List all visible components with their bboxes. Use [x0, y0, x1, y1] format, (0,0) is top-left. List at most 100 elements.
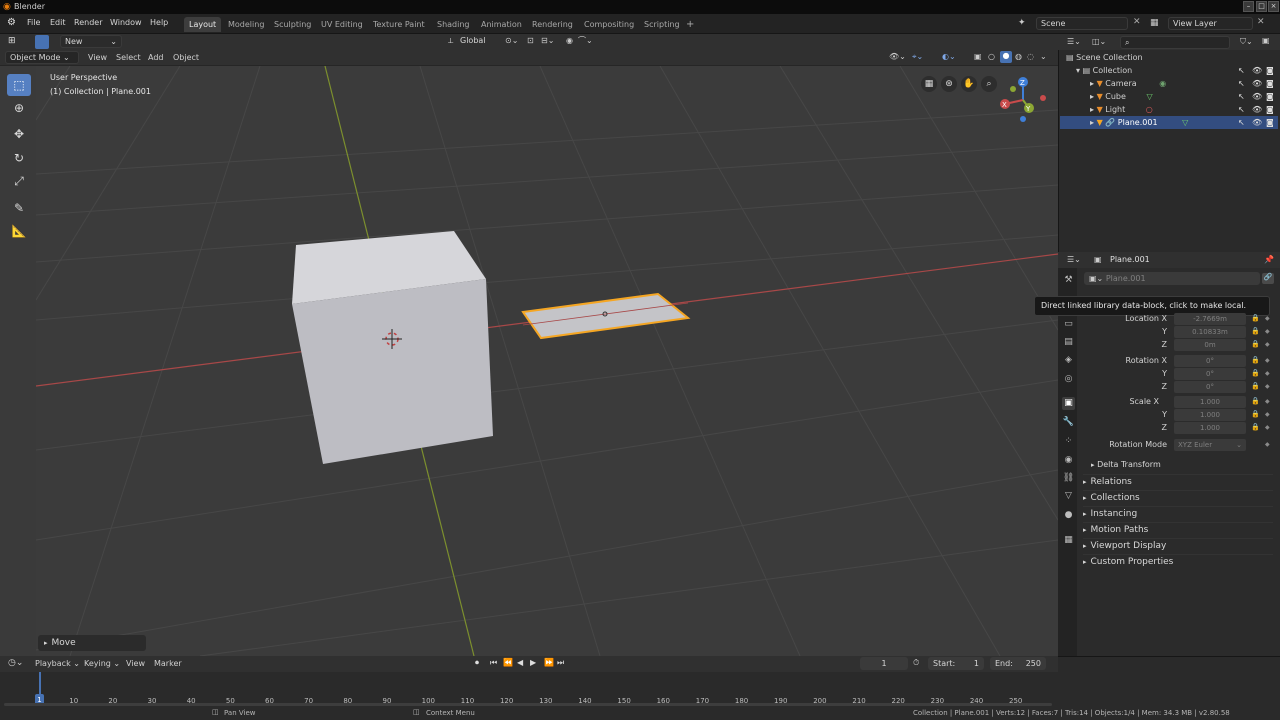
shading-options-icon[interactable]: ⌄ [1040, 52, 1047, 61]
maximize-button[interactable]: □ [1256, 1, 1267, 12]
new-collection-icon[interactable]: ▣ [1262, 36, 1270, 45]
menu-file[interactable]: File [27, 18, 40, 27]
minimize-button[interactable]: – [1243, 1, 1254, 12]
keyframe-dot-icon[interactable]: ◆ [1265, 441, 1273, 451]
panel-viewport-display[interactable]: ▸ Viewport Display [1083, 538, 1273, 552]
location-z-field[interactable]: 0m [1174, 339, 1246, 351]
object-name-field[interactable]: ▣⌄ Plane.001 [1084, 272, 1260, 285]
rotation-z-field[interactable]: 0° [1174, 381, 1246, 393]
overlay-icon[interactable]: ◐⌄ [942, 52, 956, 61]
scale-z-field[interactable]: 1.000 [1174, 422, 1246, 434]
timeline-menu-keying[interactable]: Keying ⌄ [84, 659, 120, 668]
keyframe-dot-icon[interactable]: ◆ [1265, 357, 1273, 367]
scene-selector[interactable]: Scene [1036, 17, 1128, 30]
navigation-gizmo[interactable]: Z X Y [1000, 77, 1046, 122]
lock-icon[interactable]: 🔒 [1251, 327, 1260, 337]
outliner-row-cube[interactable]: ▸ ▼ Cube ▽ ↖ 👁 ◙ [1060, 90, 1278, 103]
outliner-row-collection[interactable]: ▾ ▤ Collection ↖ 👁 ◙ [1060, 64, 1278, 77]
outliner-row-scene-collection[interactable]: ▤ Scene Collection [1060, 51, 1278, 64]
object-tab-icon[interactable]: ▣ [1062, 397, 1075, 410]
keyframe-dot-icon[interactable]: ◆ [1265, 424, 1273, 434]
select-box-tool[interactable]: ⬚ [7, 74, 31, 96]
orientation-selector[interactable]: Global ⌄ [456, 35, 498, 56]
snap-icon[interactable]: ⊡ [527, 36, 534, 45]
constraints-tab-icon[interactable]: ⛓ [1062, 472, 1075, 485]
panel-instancing[interactable]: ▸ Instancing [1083, 506, 1273, 520]
tab-animation[interactable]: Animation [476, 17, 527, 32]
material-tab-icon[interactable]: ● [1062, 509, 1075, 522]
menu-render[interactable]: Render [74, 18, 102, 27]
shading-wireframe-icon[interactable]: ○ [988, 52, 995, 61]
move-tool[interactable]: ✥ [7, 123, 31, 145]
3d-viewport[interactable]: Z X Y [36, 66, 1058, 656]
tab-sculpting[interactable]: Sculpting [269, 17, 316, 32]
scale-x-field[interactable]: 1.000 [1174, 396, 1246, 408]
keyframe-dot-icon[interactable]: ◆ [1265, 328, 1273, 338]
timeline-menu-marker[interactable]: Marker [154, 659, 182, 668]
modifier-tab-icon[interactable]: 🔧 [1062, 416, 1075, 429]
scale-tool[interactable]: ⤢ [7, 170, 31, 192]
close-button[interactable]: × [1268, 1, 1279, 12]
play-reverse-icon[interactable]: ◀ [517, 658, 523, 667]
visibility-toggle-icon[interactable]: 👁 [1252, 116, 1262, 129]
lock-icon[interactable]: 🔒 [1251, 397, 1260, 407]
select-toggle-icon[interactable]: ↖ [1238, 90, 1245, 103]
delete-view-layer-icon[interactable]: ✕ [1257, 17, 1265, 27]
scene-tab-icon[interactable]: ◎ [1062, 373, 1075, 386]
outliner-row-light[interactable]: ▸ ▼ Light ○ ↖ 👁 ◙ [1060, 103, 1278, 116]
render-toggle-icon[interactable]: ◙ [1266, 77, 1274, 90]
render-toggle-icon[interactable]: ◙ [1266, 116, 1274, 129]
record-icon[interactable]: ⏺ [475, 658, 479, 668]
pivot-icon[interactable]: ⊙⌄ [505, 36, 518, 45]
rotate-tool[interactable]: ↻ [7, 147, 31, 169]
location-y-field[interactable]: 0.10833m [1174, 326, 1246, 338]
panel-collections[interactable]: ▸ Collections [1083, 490, 1273, 504]
visibility-icon[interactable]: 👁⌄ [889, 52, 906, 61]
select-toggle-icon[interactable]: ↖ [1238, 103, 1245, 116]
shading-material-icon[interactable]: ◍ [1015, 52, 1022, 61]
view-layer-tab-icon[interactable]: ◈ [1062, 354, 1075, 367]
tool-tab-icon[interactable]: ⚒ [1062, 274, 1075, 287]
lock-icon[interactable]: 🔒 [1251, 382, 1260, 392]
visibility-toggle-icon[interactable]: 👁 [1252, 77, 1262, 90]
snap-target-icon[interactable]: ⊟⌄ [541, 36, 554, 45]
next-keyframe-icon[interactable]: ⏩ [544, 658, 554, 667]
panel-relations[interactable]: ▸ Relations [1083, 474, 1273, 488]
tab-uv-editing[interactable]: UV Editing [316, 17, 368, 32]
texture-tab-icon[interactable]: ▦ [1062, 534, 1075, 547]
delta-transform-subpanel[interactable]: ▸ Delta Transform [1091, 460, 1161, 469]
outliner-editor-icon[interactable]: ☰⌄ [1067, 37, 1081, 46]
rotation-y-field[interactable]: 0° [1174, 368, 1246, 380]
select-tool-button[interactable] [35, 35, 49, 49]
particles-tab-icon[interactable]: ⁘ [1062, 435, 1075, 448]
proportional-edit-icon[interactable]: ◉ [566, 36, 573, 45]
annotate-tool[interactable]: ✎ [7, 197, 31, 219]
lock-icon[interactable]: 🔒 [1251, 340, 1260, 350]
start-frame-field[interactable]: Start: 1 [928, 657, 984, 670]
outliner-search-input[interactable]: ⌕ [1120, 36, 1230, 49]
lock-icon[interactable]: 🔒 [1251, 369, 1260, 379]
lock-icon[interactable]: 🔒 [1251, 410, 1260, 420]
outliner-row-plane-001[interactable]: ▸ ▼ 🔗 Plane.001 ▽ ↖ 👁 ◙ [1060, 116, 1278, 129]
render-toggle-icon[interactable]: ◙ [1266, 103, 1274, 116]
prev-keyframe-icon[interactable]: ⏪ [503, 658, 513, 667]
outliner-row-camera[interactable]: ▸ ▼ Camera ◉ ↖ 👁 ◙ [1060, 77, 1278, 90]
viewport-menu-view[interactable]: View [88, 53, 107, 62]
jump-end-icon[interactable]: ⏭ [557, 658, 564, 668]
select-toggle-icon[interactable]: ↖ [1238, 77, 1245, 90]
gizmo-icon[interactable]: ⌖⌄ [912, 52, 923, 62]
jump-start-icon[interactable]: ⏮ [490, 658, 497, 668]
timeline-menu-view[interactable]: View [126, 659, 145, 668]
location-x-field[interactable]: -2.7669m [1174, 313, 1246, 325]
xray-icon[interactable]: ▣ [974, 52, 982, 61]
timeline-editor-icon[interactable]: ◷⌄ [8, 658, 23, 668]
output-tab-icon[interactable]: ▤ [1062, 336, 1075, 349]
tab-rendering[interactable]: Rendering [527, 17, 578, 32]
mode-selector[interactable]: Object Mode ⌄ [5, 51, 79, 64]
keyframe-dot-icon[interactable]: ◆ [1265, 398, 1273, 408]
rotation-mode-selector[interactable]: XYZ Euler ⌄ [1174, 439, 1246, 451]
timeline-menu-playback[interactable]: Playback ⌄ [35, 659, 80, 668]
stopwatch-icon[interactable]: ⏱ [913, 658, 919, 668]
play-icon[interactable]: ▶ [530, 658, 536, 667]
viewport-menu-object[interactable]: Object [173, 53, 199, 62]
